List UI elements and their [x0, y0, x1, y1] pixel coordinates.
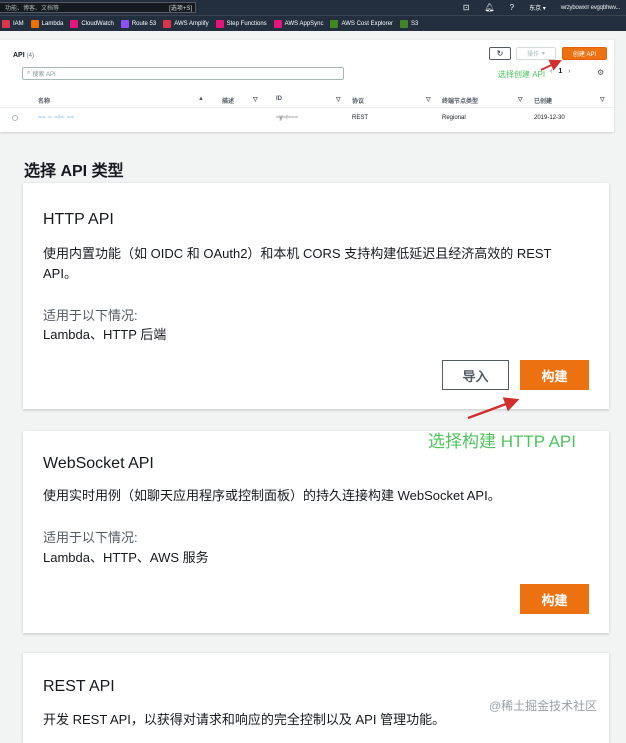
card-description: 使用实时用例（如聊天应用程序或控制面板）的持久连接构建 WebSocket AP… [43, 488, 501, 503]
gear-icon[interactable]: ⚙ [597, 68, 604, 77]
card-use-value: Lambda、HTTP 后端 [43, 327, 167, 342]
card-use-value: Lambda、HTTP、AWS 服务 [43, 550, 209, 565]
websocket-api-card: WebSocket API 使用实时用例（如聊天应用程序或控制面板）的持久连接构… [23, 431, 609, 633]
prev-page-icon[interactable]: ‹ [550, 68, 552, 75]
column-header-endpoint-type[interactable]: 终端节点类型 [442, 96, 478, 105]
actions-label: 操作 [526, 52, 539, 58]
table-row[interactable]: ~~ ~ ~!~ ~~ ~y~!~~~ REST Regional 2019-1… [0, 109, 614, 127]
account-menu[interactable]: wrzybowxrr evgqbhwv... [561, 5, 620, 11]
card-description: 使用内置功能（如 OIDC 和 OAuth2）和本机 CORS 支持构建低延迟且… [43, 246, 552, 281]
card-use-label: 适用于以下情况: [43, 530, 138, 545]
favorite-item-cloudwatch[interactable]: CloudWatch [70, 19, 114, 28]
card-title: WebSocket API [43, 455, 154, 472]
favorite-label: AWS Amplify [174, 20, 209, 27]
cost-explorer-icon [330, 19, 339, 28]
refresh-icon: ↻ [496, 49, 504, 58]
amplify-icon [163, 19, 172, 28]
step-functions-icon [215, 19, 224, 28]
sort-icon[interactable]: ▽ [426, 96, 431, 103]
create-api-button[interactable]: 创建 API [562, 47, 607, 60]
search-input[interactable]: 功能、博客、文档等 [选项+S] [0, 2, 196, 13]
api-list-panel: API (4) ⌕ 搜索 API ↻ 操作 ▾ 创建 API 选择创建 API … [0, 40, 614, 132]
row-radio[interactable] [12, 115, 18, 121]
favorite-item-route53[interactable]: Route 53 [120, 19, 157, 28]
api-id: ~y~!~~~ [276, 115, 299, 121]
card-title: REST API [43, 678, 115, 695]
sort-icon[interactable]: ▽ [600, 96, 605, 103]
build-http-api-button[interactable]: 构建 [520, 360, 589, 390]
favorite-item-iam[interactable]: IAM [2, 19, 24, 28]
region-selector[interactable]: 东京 ▾ [529, 3, 546, 12]
import-button[interactable]: 导入 [442, 360, 509, 390]
current-page[interactable]: 1 [558, 68, 562, 75]
top-nav-icons: ⊡ 🔔︎ ? 东京 ▾ wrzybowxrr evgqbhwv... [463, 0, 626, 15]
caret-down-icon: ▾ [542, 51, 546, 57]
sort-icon[interactable]: ▽ [253, 96, 258, 103]
route53-icon [120, 19, 129, 28]
search-shortcut-hint: [选项+S] [169, 6, 192, 12]
api-created: 2019-12-30 [534, 115, 565, 121]
sort-icon[interactable]: ▽ [518, 96, 523, 103]
favorite-label: Route 53 [131, 20, 157, 27]
watermark: @稀土掘金技术社区 [489, 699, 598, 713]
http-api-card: HTTP API 使用内置功能（如 OIDC 和 OAuth2）和本机 CORS… [23, 183, 609, 409]
favorite-label: AWS Cost Explorer [341, 20, 393, 27]
favorites-bar: IAM Lambda CloudWatch Route 53 AWS Ampli… [0, 15, 626, 31]
search-icon: ⌕ [27, 70, 31, 76]
pagination: ‹ 1 › [550, 68, 571, 75]
favorite-item-appsync[interactable]: AWS AppSync [273, 19, 324, 28]
favorite-label: IAM [13, 20, 24, 27]
refresh-button[interactable]: ↻ [489, 47, 511, 60]
sort-asc-icon[interactable]: ▲ [198, 96, 204, 102]
column-header-id[interactable]: ID [276, 96, 282, 102]
favorite-label: Step Functions [226, 20, 267, 27]
favorite-item-amplify[interactable]: AWS Amplify [163, 19, 209, 28]
favorite-item-step-functions[interactable]: Step Functions [215, 19, 267, 28]
sort-icon[interactable]: ▽ [336, 96, 341, 103]
api-search-input[interactable]: ⌕ 搜索 API [22, 67, 344, 80]
cloudwatch-icon [70, 19, 79, 28]
create-api-annotation: 选择创建 API [498, 70, 546, 79]
api-protocol: REST [352, 115, 369, 121]
build-http-api-annotation: 选择构建 HTTP API [428, 432, 576, 451]
api-endpoint-type: Regional [442, 115, 466, 121]
api-name-link[interactable]: ~~ ~ ~!~ ~~ [38, 115, 75, 121]
s3-icon [399, 19, 408, 28]
favorite-item-s3[interactable]: S3 [399, 19, 419, 28]
api-list-title-text: API [13, 52, 25, 59]
card-title: HTTP API [43, 211, 114, 228]
favorite-label: AWS AppSync [284, 20, 324, 27]
search-placeholder: 功能、博客、文档等 [5, 6, 60, 12]
column-header-name[interactable]: 名称 [38, 96, 50, 105]
api-list-title: API (4) [13, 52, 34, 59]
favorite-label: CloudWatch [81, 20, 114, 27]
next-page-icon[interactable]: › [568, 68, 570, 75]
column-header-description[interactable]: 描述 [222, 96, 234, 105]
help-icon[interactable]: ? [510, 3, 514, 12]
section-title: 选择 API 类型 [24, 163, 124, 180]
table-header: 名称 ▲ 描述 ▽ ID ▽ 协议 ▽ 终端节点类型 ▽ 已创建 ▽ [0, 92, 614, 108]
api-count: (4) [26, 53, 34, 59]
favorite-item-lambda[interactable]: Lambda [30, 19, 64, 28]
card-use-label: 适用于以下情况: [43, 308, 138, 323]
column-header-created[interactable]: 已创建 [534, 96, 552, 105]
top-nav: 功能、博客、文档等 [选项+S] ⊡ 🔔︎ ? 东京 ▾ wrzybowxrr … [0, 0, 626, 15]
favorite-item-cost-explorer[interactable]: AWS Cost Explorer [330, 19, 393, 28]
iam-icon [2, 19, 10, 28]
api-search-placeholder: 搜索 API [32, 72, 56, 78]
column-header-protocol[interactable]: 协议 [352, 96, 364, 105]
favorite-label: Lambda [41, 20, 64, 27]
build-websocket-api-button[interactable]: 构建 [520, 584, 589, 614]
lambda-icon [30, 19, 39, 28]
actions-dropdown[interactable]: 操作 ▾ [516, 47, 556, 60]
cloudshell-icon[interactable]: ⊡ [463, 3, 470, 12]
appsync-icon [273, 19, 282, 28]
favorite-label: S3 [410, 20, 419, 27]
notification-bell-icon[interactable]: 🔔︎ [485, 3, 495, 12]
